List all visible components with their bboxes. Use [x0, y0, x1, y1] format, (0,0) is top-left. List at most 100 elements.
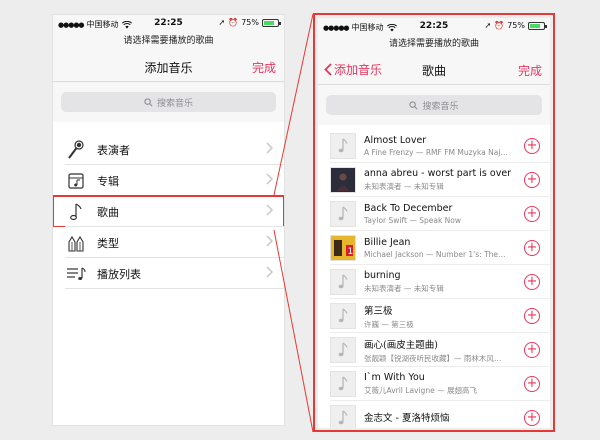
plus-icon: +	[526, 308, 538, 323]
add-song-button[interactable]: +	[524, 342, 540, 358]
add-song-button[interactable]: +	[524, 172, 540, 188]
search-icon	[144, 97, 153, 106]
song-subtitle: Michael Jackson — Number 1's: The…	[364, 250, 506, 259]
add-song-button[interactable]: +	[524, 308, 540, 324]
music-note-icon	[330, 371, 356, 397]
plus-icon: +	[526, 206, 538, 221]
music-note-icon	[330, 201, 356, 227]
plus-icon: +	[526, 138, 538, 153]
prompt-text: 请选择需要播放的歌曲	[53, 32, 284, 51]
song-title: 金志文 - 夏洛特烦恼	[364, 413, 450, 424]
plus-icon: +	[526, 342, 538, 357]
chevron-right-icon	[266, 204, 274, 216]
guitar-icon	[65, 232, 87, 254]
plus-icon: +	[526, 410, 538, 425]
menu-item-songs[interactable]: 歌曲	[53, 195, 284, 228]
search-area: 搜索音乐	[318, 85, 550, 125]
done-button[interactable]: 完成	[252, 59, 276, 76]
done-button[interactable]: 完成	[518, 62, 542, 79]
menu-item-label: 类型	[97, 236, 119, 250]
menu-item-label: 歌曲	[97, 205, 119, 219]
song-list: Almost Lover A Fine Frenzy — RMF FM Muzyk…	[318, 129, 550, 428]
menu-item-label: 播放列表	[97, 267, 141, 281]
location-icon: ➚	[484, 21, 492, 30]
album-art	[330, 167, 356, 193]
chevron-right-icon	[266, 142, 274, 154]
add-song-button[interactable]: +	[524, 206, 540, 222]
plus-icon: +	[526, 274, 538, 289]
prompt-text: 请选择需要播放的歌曲	[318, 35, 550, 54]
music-note-icon	[65, 201, 87, 223]
chevron-right-icon	[266, 266, 274, 278]
phone-screen-right: ●●●●● 中国移动 22:25 ➚ ⏰ 75% 请选择需要播放的歌曲 添加音乐…	[318, 18, 550, 428]
song-subtitle: Taylor Swift — Speak Now	[364, 216, 462, 225]
plus-icon: +	[526, 376, 538, 391]
nav-bar: 添加音乐 完成	[53, 51, 284, 82]
song-title: Billie Jean	[364, 237, 411, 248]
plus-icon: +	[526, 172, 538, 187]
song-subtitle: A Fine Frenzy — RMF FM Muzyka Naj…	[364, 148, 508, 157]
search-area: 搜索音乐	[53, 82, 284, 122]
microphone-icon	[65, 139, 87, 161]
song-row[interactable]: 第三极许巍 — 第三极 +	[318, 299, 550, 333]
song-title: 画心(画皮主题曲)	[364, 339, 438, 351]
menu-item-playlists[interactable]: 播放列表	[53, 258, 284, 289]
menu-item-genres[interactable]: 类型	[53, 227, 284, 258]
song-row[interactable]: 1 Billie Jean Michael Jackson — Number 1's…	[318, 231, 550, 265]
status-bar: ●●●●● 中国移动 22:25 ➚ ⏰ 75%	[53, 15, 284, 32]
song-title: 第三极	[364, 305, 393, 317]
phone-screen-left: ●●●●● 中国移动 22:25 ➚ ⏰ 75% 请选择需要播放的歌曲 添加音乐…	[52, 14, 285, 426]
song-title: Back To December	[364, 203, 453, 214]
add-song-button[interactable]: +	[524, 138, 540, 154]
song-title: burning	[364, 270, 401, 281]
page-title: 添加音乐	[144, 61, 193, 75]
song-title: anna abreu - worst part is over	[364, 168, 512, 179]
chevron-right-icon	[266, 235, 274, 247]
search-input[interactable]: 搜索音乐	[326, 95, 542, 115]
chevron-right-icon	[266, 173, 274, 185]
song-row[interactable]: 金志文 - 夏洛特烦恼 +	[318, 401, 550, 428]
search-icon	[409, 100, 418, 109]
add-song-button[interactable]: +	[524, 410, 540, 426]
song-subtitle: 张靓颖【锐湖夜听民收藏】— 雨林木风…	[364, 353, 502, 363]
battery-icon	[528, 21, 547, 30]
add-song-button[interactable]: +	[524, 274, 540, 290]
search-input[interactable]: 搜索音乐	[61, 92, 276, 112]
song-title: Almost Lover	[364, 135, 427, 146]
song-title: I`m With You	[364, 372, 425, 383]
song-subtitle: 许巍 — 第三极	[364, 319, 414, 329]
music-note-icon	[330, 303, 356, 329]
search-placeholder: 搜索音乐	[422, 101, 459, 112]
svg-text:1: 1	[348, 247, 354, 257]
music-note-icon	[330, 133, 356, 159]
song-subtitle: 未知表演者 — 未知专辑	[364, 182, 444, 191]
add-song-button[interactable]: +	[524, 376, 540, 392]
menu-item-label: 表演者	[97, 143, 130, 157]
search-placeholder: 搜索音乐	[156, 98, 193, 109]
battery-icon	[262, 18, 281, 27]
song-row[interactable]: Almost Lover A Fine Frenzy — RMF FM Muzyk…	[318, 129, 550, 163]
alarm-icon: ⏰	[228, 18, 239, 27]
song-row[interactable]: anna abreu - worst part is over 未知表演者 — 未…	[318, 163, 550, 197]
song-row[interactable]: 画心(画皮主题曲) 张靓颖【锐湖夜听民收藏】— 雨林木风… +	[318, 333, 550, 367]
nav-bar: 添加音乐 歌曲 完成	[318, 54, 550, 85]
add-song-button[interactable]: +	[524, 240, 540, 256]
battery-percent: 75%	[241, 18, 259, 27]
song-subtitle: 未知表演者 — 未知专辑	[364, 284, 444, 293]
song-subtitle: 艾薇儿Avril Lavigne — 展翅高飞	[364, 386, 477, 395]
location-icon: ➚	[218, 18, 226, 27]
alarm-icon: ⏰	[494, 21, 505, 30]
page-title: 歌曲	[421, 64, 446, 78]
music-note-icon	[330, 405, 356, 428]
menu-item-albums[interactable]: 专辑	[53, 165, 284, 196]
menu-item-artists[interactable]: 表演者	[53, 134, 284, 165]
song-row[interactable]: I`m With You 艾薇儿Avril Lavigne — 展翅高飞 +	[318, 367, 550, 401]
battery-percent: 75%	[507, 21, 525, 30]
music-note-icon	[330, 269, 356, 295]
song-row[interactable]: Back To December Taylor Swift — Speak Now…	[318, 197, 550, 231]
album-icon	[65, 170, 87, 192]
song-row[interactable]: burning 未知表演者 — 未知专辑 +	[318, 265, 550, 299]
album-art: 1	[330, 235, 356, 261]
playlist-icon	[65, 263, 87, 285]
menu-item-label: 专辑	[97, 174, 119, 188]
